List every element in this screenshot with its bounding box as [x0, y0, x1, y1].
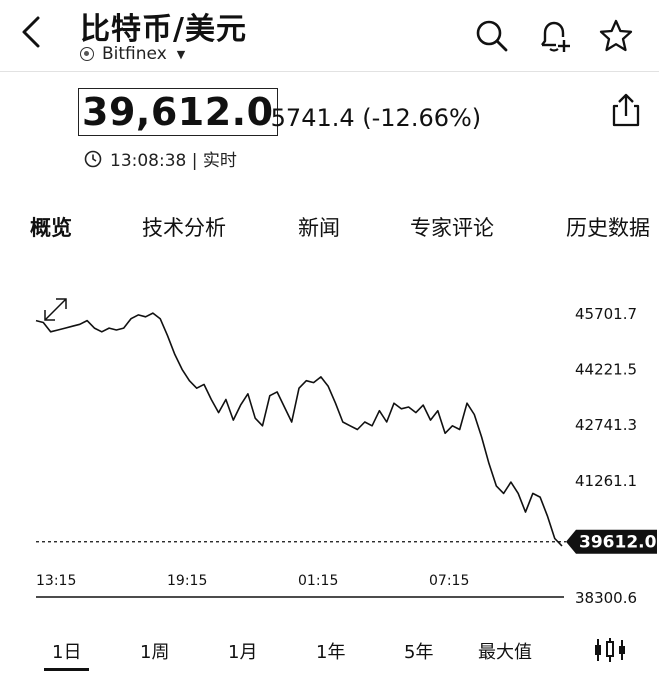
back-icon[interactable] — [14, 12, 50, 52]
expand-icon[interactable] — [44, 298, 67, 321]
exchange-logo-icon — [80, 47, 94, 61]
x-tick-label: 01:15 — [298, 573, 338, 589]
tab-expert-comments[interactable]: 专家评论 — [410, 212, 494, 242]
tab-technical-analysis[interactable]: 技术分析 — [142, 212, 226, 242]
quote-time: 13:08:38 | 实时 — [84, 146, 237, 171]
y-tick-label: 42741.3 — [575, 416, 637, 434]
last-price-tag: 39612.0 — [566, 529, 657, 554]
section-tabs: 概览 技术分析 新闻 专家评论 历史数据 — [0, 212, 659, 248]
exchange-selector[interactable]: Bitfinex ▼ — [80, 44, 185, 64]
x-tick-label: 07:15 — [429, 573, 469, 589]
range-1y[interactable]: 1年 — [316, 638, 345, 664]
tab-overview[interactable]: 概览 — [30, 212, 72, 242]
top-bar: 比特币/美元 Bitfinex ▼ — [0, 0, 659, 72]
chevron-down-icon: ▼ — [176, 47, 186, 61]
price-change: -5741.4 (-12.66%) — [262, 104, 482, 132]
range-5y[interactable]: 5年 — [404, 638, 433, 664]
tab-news[interactable]: 新闻 — [298, 212, 340, 242]
clock-icon — [84, 150, 102, 167]
range-1d[interactable]: 1日 — [43, 638, 91, 671]
range-1m[interactable]: 1月 — [228, 638, 257, 664]
y-axis: 45701.7 44221.5 42741.3 41261.1 38300.6 — [575, 305, 637, 607]
quote-time-text: 13:08:38 | 实时 — [110, 151, 237, 171]
range-selector: 1日 1周 1月 1年 5年 最大值 — [0, 632, 659, 672]
x-axis: 13:15 19:15 01:15 07:15 — [36, 573, 564, 598]
y-tick-label: 44221.5 — [575, 361, 637, 379]
x-tick-label: 13:15 — [36, 573, 76, 589]
range-max[interactable]: 最大值 — [478, 638, 532, 664]
y-tick-label: 41261.1 — [575, 472, 637, 490]
y-tick-label: 38300.6 — [575, 589, 637, 607]
range-1w[interactable]: 1周 — [140, 638, 169, 664]
price-series-line — [35, 312, 563, 547]
page-title: 比特币/美元 — [80, 12, 247, 47]
x-tick-label: 19:15 — [167, 573, 207, 589]
tab-historical-data[interactable]: 历史数据 — [566, 212, 650, 242]
price-chart[interactable]: 45701.7 44221.5 42741.3 41261.1 38300.6 13:1… — [0, 270, 659, 610]
y-tick-label: 45701.7 — [575, 305, 637, 323]
exchange-name: Bitfinex — [102, 44, 167, 64]
share-icon[interactable] — [608, 92, 644, 128]
price-box: 39,612.0 — [78, 88, 278, 136]
add-alert-icon[interactable] — [536, 18, 572, 54]
last-price-tag-text: 39612.0 — [579, 533, 657, 553]
search-icon[interactable] — [474, 18, 510, 54]
star-icon[interactable] — [598, 18, 634, 54]
last-price: 39,612.0 — [82, 90, 274, 134]
candlestick-icon[interactable] — [592, 636, 628, 664]
